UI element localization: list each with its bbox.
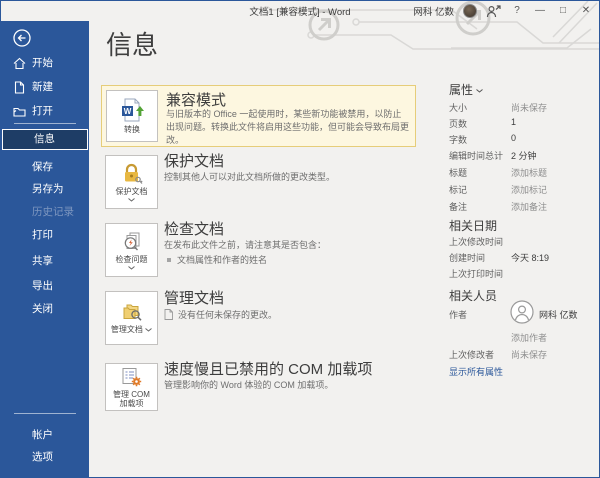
show-all-properties-link[interactable]: 显示所有属性: [449, 365, 503, 378]
sidebar-item-new[interactable]: 新建: [1, 77, 89, 98]
prop-value: 0: [511, 133, 517, 143]
check-issues-button[interactable]: 检查问题: [105, 223, 158, 277]
date-value: 今天 8:19: [511, 253, 550, 263]
sidebar-divider: [14, 413, 76, 414]
date-label: 创建时间: [449, 253, 486, 263]
sidebar-item-info[interactable]: 信息: [2, 129, 88, 150]
minimize-button[interactable]: —: [533, 1, 547, 21]
sidebar-item-account[interactable]: 帐户: [1, 425, 89, 446]
convert-document-icon: W: [122, 98, 144, 122]
prop-value-add-title[interactable]: 添加标题: [511, 166, 547, 179]
sidebar-divider: [14, 123, 76, 124]
sidebar-item-save[interactable]: 保存: [1, 157, 89, 178]
sidebar-item-print[interactable]: 打印: [1, 225, 89, 246]
chevron-down-icon: [128, 197, 135, 202]
new-document-icon: [14, 81, 25, 94]
author-avatar-icon[interactable]: [510, 300, 534, 324]
last-modified-by-label: 上次修改者: [449, 350, 495, 360]
close-button[interactable]: ✕: [579, 1, 593, 21]
account-name[interactable]: 网科 亿数: [413, 4, 454, 18]
chevron-down-icon: [145, 328, 152, 332]
prop-value-add-comment[interactable]: 添加备注: [511, 200, 547, 213]
no-unsaved-changes-item: 没有任何未保存的更改。: [164, 308, 277, 321]
manage-com-addins-button[interactable]: 管理 COM 加载项: [105, 363, 158, 411]
prop-value: 尚未保存: [511, 103, 548, 113]
related-people-header: 相关人员: [449, 289, 498, 303]
prop-value: 1: [511, 117, 517, 127]
sidebar-item-options[interactable]: 选项: [1, 447, 89, 468]
date-label: 上次修改时间: [449, 237, 504, 247]
manage-document-button[interactable]: 管理文档: [105, 291, 158, 345]
inspect-document-icon: [124, 232, 139, 250]
word-backstage-window: 文档1 [兼容模式] - Word 网科 亿数 ? — □ ✕ 开始 新建 打开…: [0, 0, 600, 478]
author-name[interactable]: 网科 亿数: [539, 308, 578, 321]
manage-title: 管理文档: [164, 290, 225, 307]
bullet-icon: [167, 257, 171, 262]
document-icon: [164, 309, 173, 320]
maximize-button[interactable]: □: [556, 1, 570, 21]
prop-value: 2 分钟: [511, 151, 537, 161]
inspect-description: 在发布此文件之前，请注意其是否包含：: [164, 240, 327, 250]
manage-versions-icon: [123, 304, 142, 321]
protect-document-button[interactable]: 保护文档: [105, 155, 158, 209]
sidebar-item-open[interactable]: 打开: [1, 101, 89, 122]
com-title: 速度慢且已禁用的 COM 加载项: [164, 361, 373, 378]
sidebar-item-history: 历史记录: [32, 206, 74, 218]
sidebar-item-share[interactable]: 共享: [1, 251, 89, 272]
titlebar: 文档1 [兼容模式] - Word 网科 亿数 ? — □ ✕: [1, 1, 599, 21]
share-icon[interactable]: [486, 4, 501, 18]
compat-description: 与旧版本的 Office 一起使用时，某些新功能被禁用，以防止出现问题。转换此文…: [166, 109, 410, 145]
compat-title: 兼容模式: [166, 92, 227, 109]
prop-label: 备注: [449, 202, 468, 212]
add-author[interactable]: 添加作者: [511, 331, 547, 344]
inspect-title: 检查文档: [164, 221, 225, 238]
related-dates-header: 相关日期: [449, 219, 498, 233]
protect-title: 保护文档: [164, 153, 225, 170]
chevron-down-icon: [128, 265, 135, 270]
help-button[interactable]: ?: [510, 1, 524, 21]
com-addins-icon: [122, 367, 142, 386]
properties-panel: 属性 大小 尚未保存 页数 1 字数 0 编辑时间总计 2 分钟 标题 添加标题…: [449, 21, 597, 477]
backstage-sidebar: 开始 新建 打开 信息 保存 另存为 历史记录 打印 共享 导出 关闭 帐户 选…: [1, 21, 89, 477]
prop-label: 标记: [449, 185, 468, 195]
prop-label: 编辑时间总计: [449, 151, 504, 161]
last-modified-by-value: 尚未保存: [511, 350, 548, 360]
sidebar-item-export[interactable]: 导出: [1, 276, 89, 297]
date-label: 上次打印时间: [449, 269, 504, 279]
page-title: 信息: [106, 30, 159, 60]
home-icon: [13, 57, 26, 70]
properties-header[interactable]: 属性: [449, 81, 483, 98]
protect-description: 控制其他人可以对此文档所做的更改类型。: [164, 172, 336, 182]
svg-text:W: W: [124, 107, 132, 116]
back-button[interactable]: [13, 29, 31, 47]
open-folder-icon: [13, 107, 26, 117]
author-label: 作者: [449, 310, 468, 320]
compatibility-mode-box: W 转换 兼容模式 与旧版本的 Office 一起使用时，某些新功能被禁用，以防…: [101, 85, 416, 147]
prop-value-add-tag[interactable]: 添加标记: [511, 183, 547, 196]
convert-button[interactable]: W 转换: [106, 90, 158, 142]
prop-label: 字数: [449, 135, 468, 145]
lock-icon: [124, 163, 143, 184]
sidebar-item-save-as[interactable]: 另存为: [1, 179, 89, 200]
manage-document-label: 管理文档: [111, 325, 152, 334]
prop-label: 标题: [449, 168, 468, 178]
chevron-down-icon: [476, 89, 483, 93]
prop-label: 页数: [449, 119, 468, 129]
account-avatar[interactable]: [463, 4, 477, 18]
sidebar-item-home[interactable]: 开始: [1, 53, 89, 74]
prop-label: 大小: [449, 103, 468, 113]
inspect-bullet-item: 文档属性和作者的姓名: [167, 253, 267, 266]
sidebar-item-close[interactable]: 关闭: [1, 299, 89, 320]
com-description: 管理影响你的 Word 体验的 COM 加载项。: [164, 380, 334, 390]
